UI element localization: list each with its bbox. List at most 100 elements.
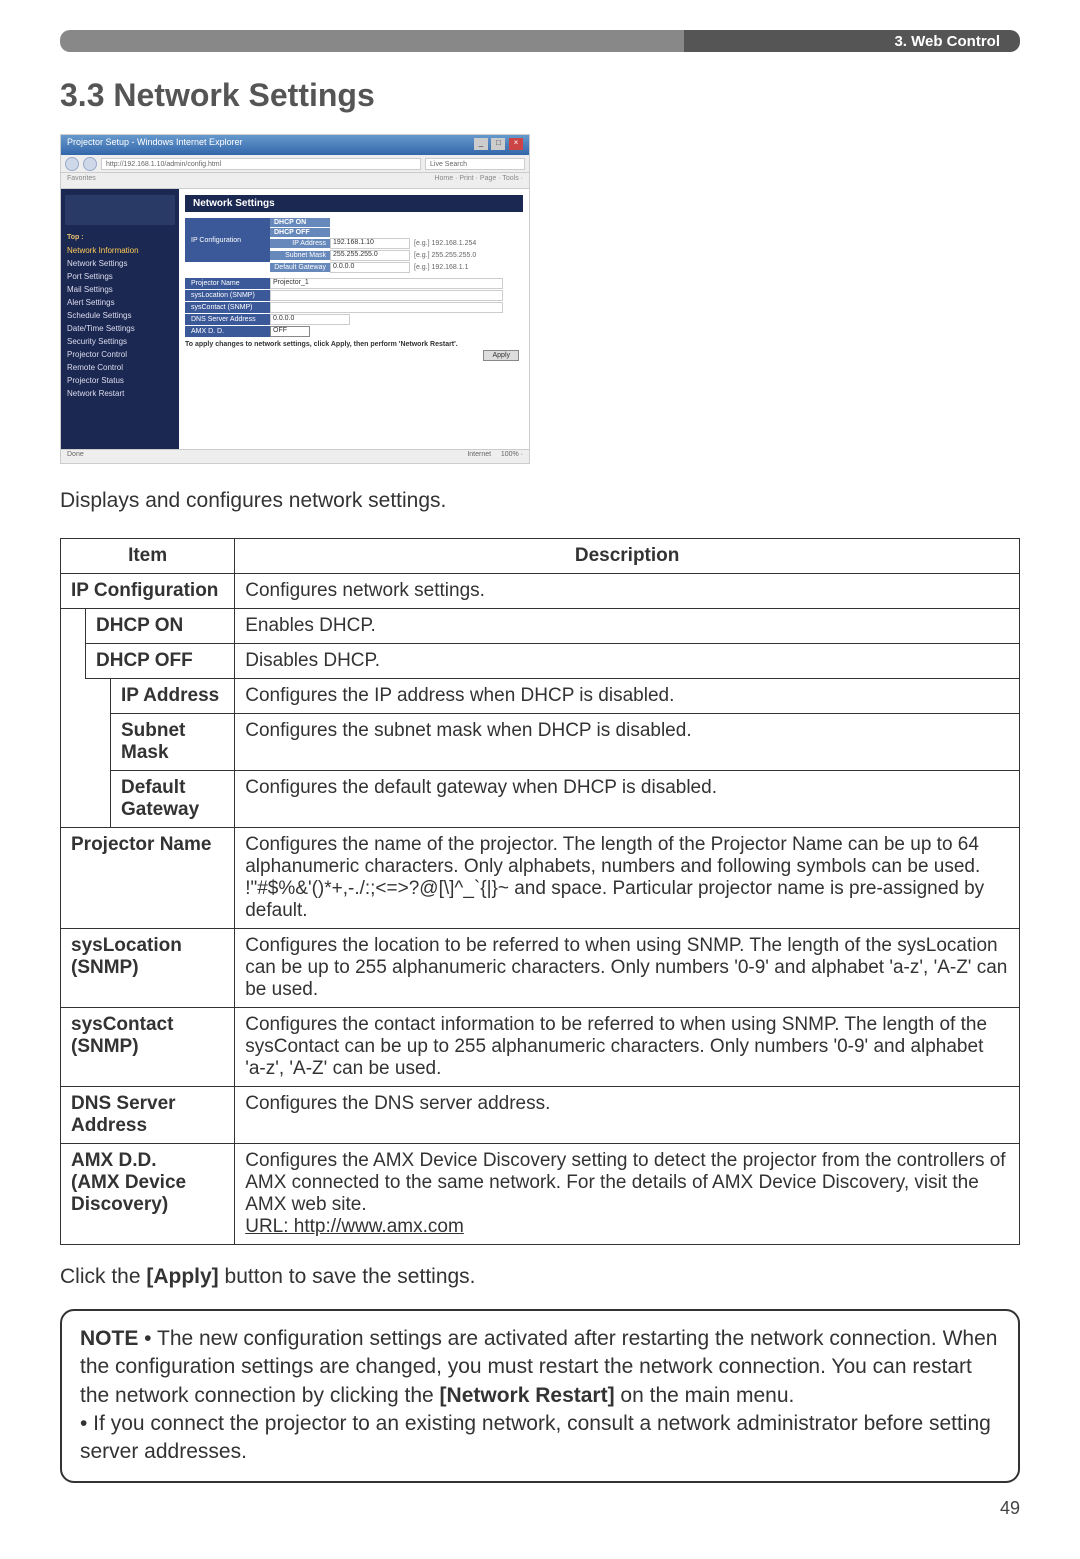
config-syscontact-label: sysContact (SNMP) [185,302,270,313]
toolbar-right[interactable]: Home · Print · Page · Tools · [434,175,523,186]
desc-ip-address: Configures the IP address when DHCP is d… [235,679,1020,714]
sidebar-item-network-settings[interactable]: Network Settings [61,257,179,270]
search-box[interactable]: Live Search [425,158,525,170]
note-label: NOTE [80,1327,138,1350]
apply-bold: [Apply] [146,1265,218,1288]
apply-note: To apply changes to network settings, cl… [185,341,523,348]
config-amx-select[interactable]: OFF [270,326,310,337]
config-projector-name-label: Projector Name [185,278,270,289]
table-row: IP Address Configures the IP address whe… [61,679,1020,714]
desc-dhcp-off: Disables DHCP. [235,644,1020,679]
back-icon[interactable] [65,157,79,171]
desc-dhcp-on: Enables DHCP. [235,609,1020,644]
config-syslocation-label: sysLocation (SNMP) [185,290,270,301]
desc-ip-configuration: Configures network settings. [235,574,1020,609]
sidebar-item-projector-status[interactable]: Projector Status [61,374,179,387]
apply-button[interactable]: Apply [483,350,519,361]
config-ip-configuration-label: IP Configuration [185,218,270,262]
sidebar-item-datetime-settings[interactable]: Date/Time Settings [61,322,179,335]
config-ip-label: IP Address [270,239,330,248]
close-icon[interactable]: × [509,138,523,150]
config-ip-input[interactable]: 192.168.1.10 [330,238,410,249]
item-syslocation: sysLocation (SNMP) [61,929,235,1008]
header-bar: 3. Web Control [60,30,1020,52]
table-row: sysContact (SNMP) Configures the contact… [61,1008,1020,1087]
desc-dns-server: Configures the DNS server address. [235,1087,1020,1144]
config-syscontact-input[interactable] [270,302,503,313]
item-ip-address: IP Address [111,679,235,714]
sidebar-item-port-settings[interactable]: Port Settings [61,270,179,283]
page-title: 3.3 Network Settings [60,77,1020,114]
sidebar-item-alert-settings[interactable]: Alert Settings [61,296,179,309]
maximize-icon[interactable]: □ [491,138,505,150]
status-left: Done [67,451,84,462]
address-bar[interactable]: http://192.168.1.10/admin/config.html [101,158,421,170]
item-subnet-mask: Subnet Mask [111,714,235,771]
toolbar-left[interactable]: Favorites [67,175,96,186]
intro-text: Displays and configures network settings… [60,489,1020,513]
desc-default-gateway: Configures the default gateway when DHCP… [235,771,1020,828]
sidebar-section-top: Top : [61,231,179,244]
window-titlebar: Projector Setup - Windows Internet Explo… [61,135,529,155]
item-dhcp-on: DHCP ON [86,609,235,644]
item-dns-server: DNS Server Address [61,1087,235,1144]
browser-status: Done Internet 100% · [61,449,529,463]
browser-toolbar: Favorites Home · Print · Page · Tools · [61,173,529,189]
config-projector-name-input[interactable]: Projector_1 [270,278,503,289]
browser-nav: http://192.168.1.10/admin/config.html Li… [61,155,529,173]
config-gateway-range: [e.g.] 192.168.1.1 [410,264,469,271]
item-dhcp-off: DHCP OFF [86,644,235,679]
header-bar-text: 3. Web Control [894,33,1000,50]
sidebar-item-network-restart[interactable]: Network Restart [61,387,179,400]
sidebar-item-schedule-settings[interactable]: Schedule Settings [61,309,179,322]
content-pane: Network Settings IP Configuration DHCP O… [179,189,529,449]
desc-syslocation: Configures the location to be referred t… [235,929,1020,1008]
table-row: sysLocation (SNMP) Configures the locati… [61,929,1020,1008]
header-description: Description [235,539,1020,574]
config-syslocation-input[interactable] [270,290,503,301]
item-ip-configuration: IP Configuration [61,574,235,609]
table-row: AMX D.D. (AMX Device Discovery) Configur… [61,1144,1020,1245]
forward-icon[interactable] [83,157,97,171]
page-number: 49 [60,1498,1020,1519]
status-right: 100% · [501,451,523,458]
desc-syscontact: Configures the contact information to be… [235,1008,1020,1087]
desc-subnet-mask: Configures the subnet mask when DHCP is … [235,714,1020,771]
spacer [61,609,86,828]
table-row: DHCP ON Enables DHCP. [61,609,1020,644]
settings-table: Item Description IP Configuration Config… [60,538,1020,1245]
config-gateway-label: Default Gateway [270,263,330,272]
amx-url[interactable]: URL: http://www.amx.com [245,1216,464,1237]
config-gateway-input[interactable]: 0.0.0.0 [330,262,410,273]
table-row: Projector Name Configures the name of th… [61,828,1020,929]
config-dhcp-on[interactable]: DHCP ON [270,218,330,227]
table-row: Subnet Mask Configures the subnet mask w… [61,714,1020,771]
item-syscontact: sysContact (SNMP) [61,1008,235,1087]
config-subnet-input[interactable]: 255.255.255.0 [330,250,410,261]
window-controls: _ □ × [473,137,523,153]
desc-projector-name: Configures the name of the projector. Th… [235,828,1020,929]
minimize-icon[interactable]: _ [474,138,488,150]
table-row: DNS Server Address Configures the DNS se… [61,1087,1020,1144]
config-dns-label: DNS Server Address [185,314,270,325]
spacer [86,679,111,828]
config-amx-label: AMX D. D. [185,326,270,337]
item-projector-name: Projector Name [61,828,235,929]
status-mid: Internet [467,451,491,458]
config-dhcp-off[interactable]: DHCP OFF [270,228,330,237]
table-row: IP Configuration Configures network sett… [61,574,1020,609]
sidebar-item-projector-control[interactable]: Projector Control [61,348,179,361]
config-subnet-range: [e.g.] 255.255.255.0 [410,252,476,259]
table-row: DHCP OFF Disables DHCP. [61,644,1020,679]
sidebar-item-security-settings[interactable]: Security Settings [61,335,179,348]
header-item: Item [61,539,235,574]
sidebar-item-network-info[interactable]: Network Information [61,244,179,257]
sidebar-logo [65,195,175,225]
config-subnet-label: Subnet Mask [270,251,330,260]
sidebar-item-remote-control[interactable]: Remote Control [61,361,179,374]
content-title: Network Settings [185,195,523,212]
config-dns-input[interactable]: 0.0.0.0 [270,314,350,325]
config-ip-range: [e.g.] 192.168.1.254 [410,240,476,247]
sidebar-item-mail-settings[interactable]: Mail Settings [61,283,179,296]
network-restart-bold: [Network Restart] [440,1384,615,1407]
